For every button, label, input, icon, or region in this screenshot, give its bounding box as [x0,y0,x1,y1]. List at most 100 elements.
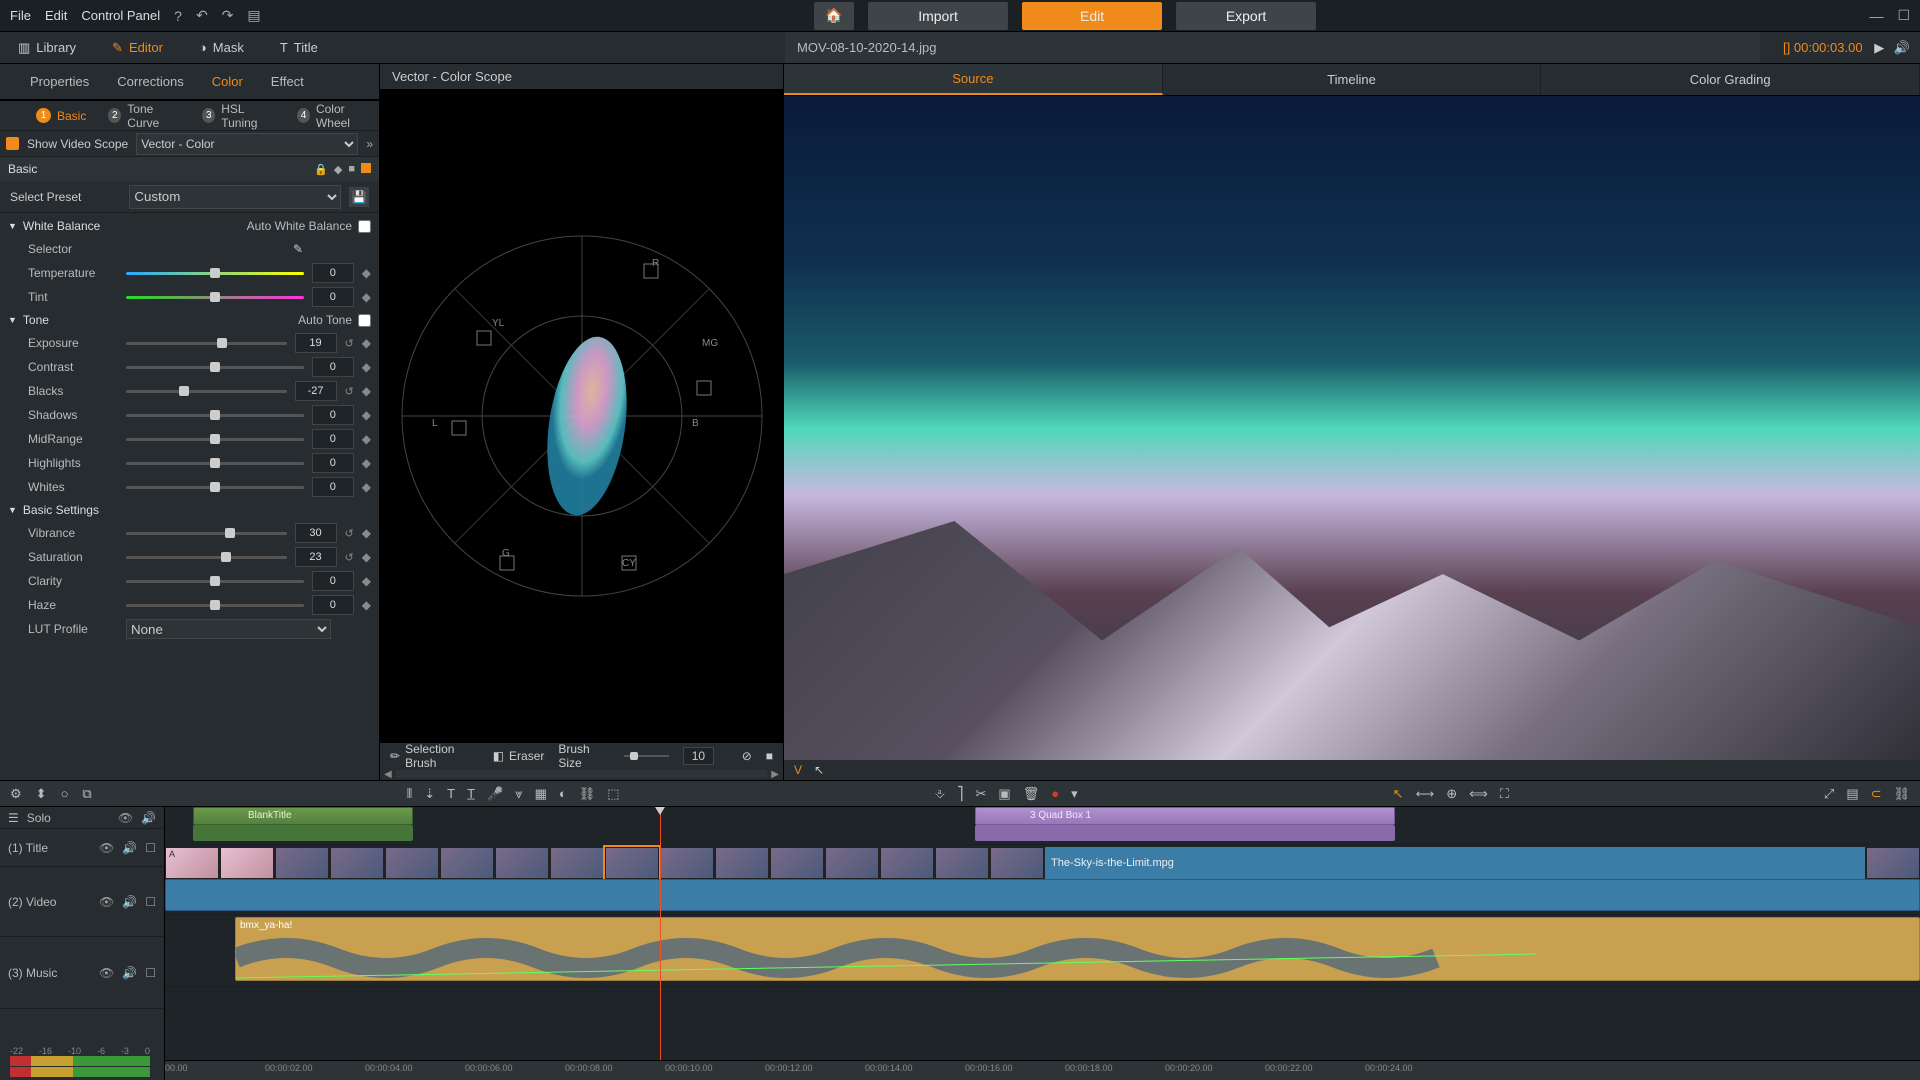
lock-icon[interactable]: 🔒 [314,163,328,176]
storyboard-icon[interactable]: ▤ [1846,786,1858,802]
shadows-slider[interactable] [126,408,304,422]
video-clip-label[interactable]: The-Sky-is-the-Limit.mpg [1045,847,1865,879]
pointer-preview-icon[interactable]: ↖ [814,763,824,777]
scope-type-dropdown[interactable]: Vector - Color [136,133,358,155]
group-tone[interactable]: ▼ Tone Auto Tone [0,309,379,331]
preset-dropdown[interactable]: Custom [129,185,341,209]
video-thumb[interactable] [660,847,714,879]
subtab-tone-curve[interactable]: 2Tone Curve [102,102,186,130]
tab-effect[interactable]: Effect [271,74,304,89]
haze-slider[interactable] [126,598,304,612]
title-clip-2[interactable]: 3 Quad Box 1 [975,807,1395,825]
subtab-basic[interactable]: 1Basic [30,108,92,123]
delete-icon[interactable]: 🗑 [1023,786,1040,802]
blacks-keyframe-icon[interactable]: ◆ [362,384,371,398]
snap-icon[interactable]: ⬍ [36,786,47,802]
eyedropper-icon[interactable]: ✎ [293,242,303,256]
track1-lock-icon[interactable]: ☐ [145,841,156,855]
whites-keyframe-icon[interactable]: ◆ [362,480,371,494]
timeline-ruler[interactable]: 00.00 00:00:02.00 00:00:04.00 00:00:06.0… [165,1060,1920,1080]
clarity-slider[interactable] [126,574,304,588]
multicam-icon[interactable]: ▦ [535,786,547,802]
mask-tool-icon[interactable]: ◐ [559,786,567,802]
saturation-reset-icon[interactable]: ↺ [345,551,354,564]
group-white-balance[interactable]: ▼ White Balance Auto White Balance [0,215,379,237]
invert-icon[interactable]: ⊘ [742,749,752,763]
tab-library[interactable]: ▥Library [0,32,94,63]
group-basic-settings[interactable]: ▼ Basic Settings [0,499,379,521]
auto-wb-checkbox[interactable] [358,220,371,233]
haze-value[interactable]: 0 [312,595,354,615]
snap-toggle-icon[interactable]: ⟷ [1416,786,1435,802]
redo-icon[interactable]: ↷ [222,7,234,24]
ripple-icon[interactable]: ⊕ [1446,786,1457,802]
midrange-value[interactable]: 0 [312,429,354,449]
track1-header[interactable]: (1) Title 👁🔊☐ [0,829,164,867]
temperature-slider[interactable] [126,266,304,280]
haze-keyframe-icon[interactable]: ◆ [362,598,371,612]
zoom-fit-icon[interactable]: ⤢ [1824,786,1834,802]
track2-header[interactable]: (2) Video 👁🔊☐ [0,867,164,937]
track3-eye-icon[interactable]: 👁 [99,966,114,980]
video-thumb[interactable] [880,847,934,879]
controls-scroll[interactable]: ▼ White Balance Auto White Balance Selec… [0,213,379,780]
show-scope-checkbox[interactable] [6,137,19,150]
temperature-keyframe-icon[interactable]: ◆ [362,266,371,280]
import-button[interactable]: Import [868,2,1008,30]
link-icon[interactable]: ⛓ [579,786,596,802]
title-track[interactable]: BlankTitle 3 Quad Box 1 [165,807,1920,845]
video-thumb[interactable] [220,847,274,879]
solo-eye-icon[interactable]: 👁 [118,811,133,825]
brush-size-slider[interactable] [624,751,669,761]
speaker-icon[interactable]: 🔊 [1894,40,1910,55]
play-icon[interactable]: ▶ [1874,40,1884,55]
title-clip-2-audio[interactable] [975,825,1395,841]
voiceover-icon[interactable]: 🎤 [487,786,503,802]
preview-tab-source[interactable]: Source [784,64,1163,95]
audio-mixer-icon[interactable]: ⫴ [407,786,412,802]
video-track[interactable]: A The-Sky-is-the-Limit.mp [165,845,1920,915]
fullscreen-icon[interactable]: ⛶ [1500,786,1509,802]
midrange-keyframe-icon[interactable]: ◆ [362,432,371,446]
minimize-icon[interactable]: — [1869,8,1883,24]
highlights-slider[interactable] [126,456,304,470]
razor-icon[interactable]: ✂ [976,786,987,802]
timeline-tracks[interactable]: BlankTitle 3 Quad Box 1 A [165,807,1920,1080]
clarity-keyframe-icon[interactable]: ◆ [362,574,371,588]
mark-in-icon[interactable]: V [794,763,802,777]
video-thumb[interactable] [1866,847,1920,879]
tab-editor[interactable]: ✎Editor [94,32,181,63]
clarity-value[interactable]: 0 [312,571,354,591]
save-preset-icon[interactable]: 💾 [349,187,369,207]
document-icon[interactable]: ▤ [247,7,260,24]
track3-header[interactable]: (3) Music 👁🔊☐ [0,937,164,1009]
tint-slider[interactable] [126,290,304,304]
exposure-slider[interactable] [126,336,287,350]
tab-title[interactable]: TTitle [262,32,336,63]
pointer-tool-icon[interactable]: ↖ [1393,786,1404,802]
scope-scrollbar[interactable]: ◀ ▶ [380,768,783,780]
text-tool-icon[interactable]: T [447,786,455,802]
vibrance-keyframe-icon[interactable]: ◆ [362,526,371,540]
shadows-value[interactable]: 0 [312,405,354,425]
vibrance-reset-icon[interactable]: ↺ [345,527,354,540]
eraser-button[interactable]: ◧Eraser [493,749,545,763]
track3-lock-icon[interactable]: ☐ [145,966,156,980]
tab-properties[interactable]: Properties [30,74,89,89]
scroll-left-icon[interactable]: ◀ [384,769,392,780]
credits-icon[interactable]: ⬚ [607,786,619,802]
magnet-icon[interactable]: ⊂ [1871,786,1882,802]
vibrance-slider[interactable] [126,526,287,540]
title-clip-1[interactable]: BlankTitle [193,807,413,825]
video-thumb[interactable] [935,847,989,879]
video-thumb[interactable] [990,847,1044,879]
saturation-value[interactable]: 23 [295,547,337,567]
track2-eye-icon[interactable]: 👁 [99,895,114,909]
highlights-value[interactable]: 0 [312,453,354,473]
video-audio-clip[interactable] [165,879,1920,911]
contrast-value[interactable]: 0 [312,357,354,377]
video-thumb[interactable]: A [165,847,219,879]
menu-edit[interactable]: Edit [45,8,67,23]
saturation-keyframe-icon[interactable]: ◆ [362,550,371,564]
marker-add-icon[interactable]: ○ [61,786,69,801]
